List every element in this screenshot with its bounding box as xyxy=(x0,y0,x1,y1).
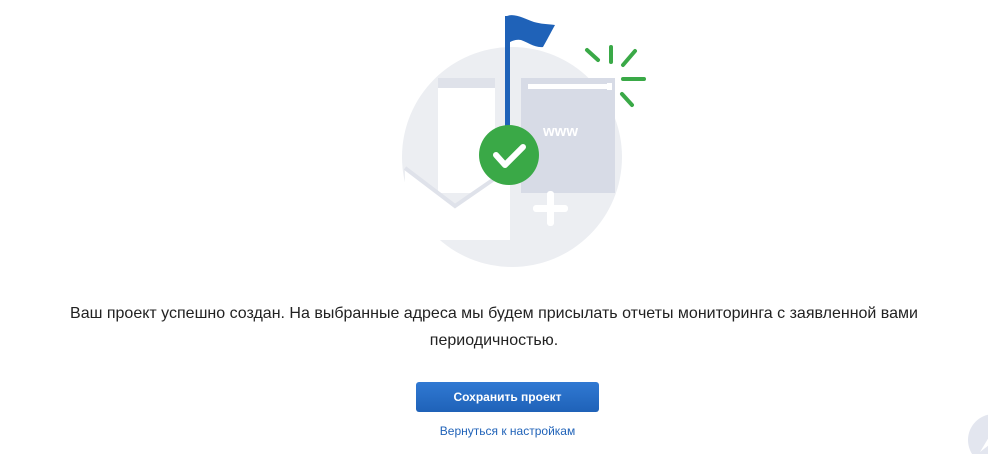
success-message: Ваш проект успешно создан. На выбранные … xyxy=(70,305,918,349)
chat-widget-icon[interactable] xyxy=(966,412,988,454)
back-to-settings-link[interactable]: Вернуться к настройкам xyxy=(0,424,988,438)
back-to-settings-label[interactable]: Вернуться к настройкам xyxy=(440,424,575,438)
www-label: www xyxy=(542,123,578,140)
save-project-button[interactable]: Сохранить проект xyxy=(416,382,599,412)
project-created-page: www Ваш проект успешно создан. На выбран… xyxy=(0,0,988,454)
browser-window-icon: www xyxy=(521,78,615,193)
check-icon xyxy=(479,125,539,185)
success-illustration: www xyxy=(402,15,646,267)
